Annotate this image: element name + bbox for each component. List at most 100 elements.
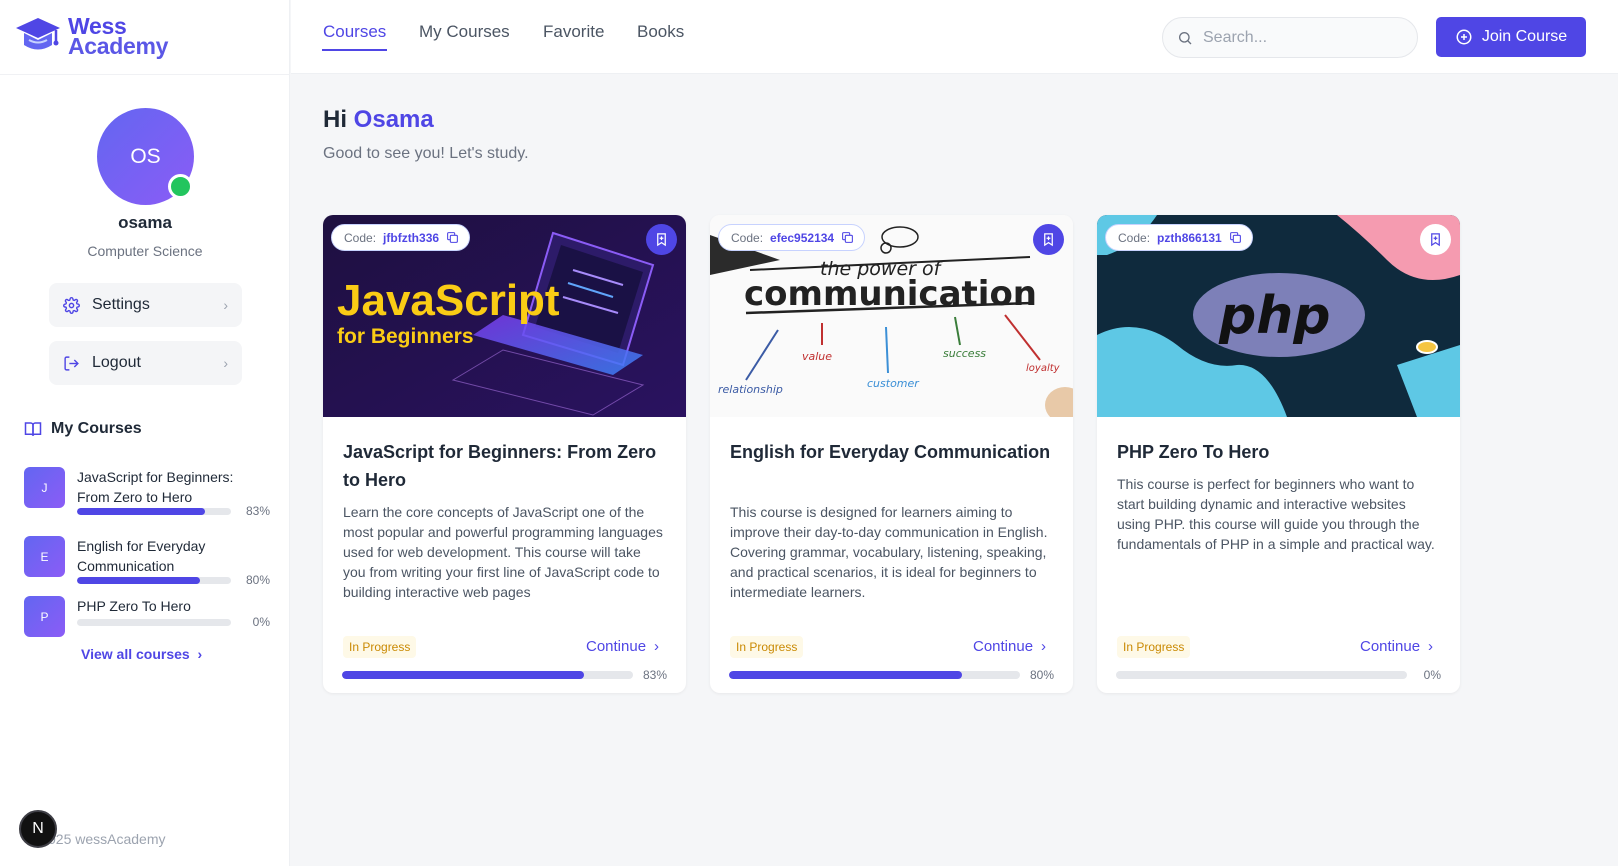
course-progress-bar — [77, 508, 231, 515]
join-course-label: Join Course — [1481, 28, 1568, 45]
user-department: Computer Science — [87, 243, 203, 259]
continue-button[interactable]: Continue › — [973, 638, 1046, 655]
bookmark-button[interactable] — [1420, 224, 1451, 255]
active-tab-indicator — [322, 49, 387, 51]
continue-button[interactable]: Continue › — [1360, 638, 1433, 655]
copy-icon[interactable] — [446, 231, 459, 244]
image-title-text: communication — [744, 274, 1037, 314]
course-code: pzth866131 — [1157, 230, 1222, 245]
bookmark-icon — [1431, 233, 1440, 247]
search-icon — [1179, 31, 1192, 44]
php-logo-text: php — [1218, 286, 1330, 346]
course-title: JavaScript for Beginners: From Zero to H… — [77, 469, 234, 505]
brand-name: Wess Academy — [68, 15, 169, 59]
course-code: jfbfzth336 — [383, 230, 440, 245]
my-courses-heading-label: My Courses — [51, 420, 142, 437]
settings-button[interactable]: Settings › — [49, 283, 242, 327]
greeting-name: Osama — [353, 106, 434, 133]
bookmark-icon — [1044, 233, 1053, 247]
user-name: osama — [118, 213, 172, 232]
search-box[interactable] — [1162, 17, 1418, 58]
course-progress-label: 0% — [252, 615, 270, 629]
continue-label: Continue — [1360, 638, 1421, 655]
course-description: Learn the core concepts of JavaScript on… — [343, 504, 663, 600]
course-card[interactable]: JavaScript for Beginners Code: jfbfzth336… — [323, 215, 686, 693]
course-initial: E — [24, 536, 65, 577]
course-title: JavaScript for Beginners: From Zero to H… — [343, 442, 657, 490]
progress-fill — [342, 671, 584, 679]
plus-circle-icon — [1456, 29, 1472, 45]
image-word: loyalty — [1026, 363, 1061, 374]
top-navigation: Courses My Courses Favorite Books — [291, 0, 1618, 74]
course-initial: J — [24, 467, 65, 508]
chevron-right-icon: › — [223, 297, 228, 313]
book-icon — [24, 422, 42, 436]
course-title: PHP Zero To Hero — [77, 598, 191, 614]
chevron-right-icon: › — [193, 646, 203, 662]
page-greeting: Hi Osama — [323, 106, 434, 134]
copy-icon[interactable] — [1229, 231, 1242, 244]
brand-logo[interactable]: Wess Academy — [14, 10, 168, 62]
image-title-text: JavaScript — [337, 276, 560, 325]
continue-label: Continue — [586, 638, 647, 655]
chevron-right-icon: › — [223, 355, 228, 371]
course-progress-bar — [729, 671, 1020, 679]
logout-icon — [64, 355, 79, 371]
course-code-pill[interactable]: Code: pzth866131 — [1105, 224, 1253, 251]
course-progress-bar — [1116, 671, 1407, 679]
view-all-courses-link[interactable]: View all courses › — [81, 646, 202, 662]
course-title: PHP Zero To Hero — [1117, 442, 1270, 462]
continue-label: Continue — [973, 638, 1034, 655]
tab-courses[interactable]: Courses — [323, 22, 386, 42]
bookmark-button[interactable] — [646, 224, 677, 255]
brand-line2: Academy — [68, 33, 169, 59]
course-progress-label: 0% — [1423, 668, 1441, 682]
sidebar-divider — [0, 74, 290, 75]
bookmark-button[interactable] — [1033, 224, 1064, 255]
course-progress-bar — [77, 619, 231, 626]
image-word: relationship — [718, 383, 783, 396]
logout-button[interactable]: Logout › — [49, 341, 242, 385]
dev-tools-badge[interactable]: N — [19, 810, 57, 848]
course-progress-label: 80% — [1029, 668, 1054, 682]
bookmark-icon — [657, 233, 666, 247]
greeting-hi: Hi — [323, 106, 347, 133]
course-progress-bar — [77, 577, 231, 584]
course-progress-label: 80% — [245, 573, 270, 587]
gear-icon — [63, 296, 80, 314]
chevron-right-icon: › — [654, 638, 660, 655]
code-prefix: Code: — [731, 230, 764, 245]
status-badge: In Progress — [343, 636, 417, 658]
course-description: This course is perfect for beginners who… — [1117, 476, 1435, 552]
status-badge: In Progress — [1117, 636, 1191, 658]
tab-books[interactable]: Books — [637, 22, 684, 42]
logout-label: Logout — [92, 354, 141, 371]
course-title: English for Everyday Communication — [77, 538, 206, 574]
chevron-right-icon: › — [1428, 638, 1434, 655]
code-prefix: Code: — [1118, 230, 1151, 245]
copy-icon[interactable] — [841, 231, 854, 244]
course-progress-label: 83% — [245, 504, 270, 518]
search-input[interactable] — [1203, 28, 1403, 47]
image-word: success — [943, 347, 986, 360]
course-description: This course is designed for learners aim… — [730, 504, 1048, 600]
my-courses-heading: My Courses — [24, 420, 142, 438]
image-word: value — [802, 350, 832, 363]
progress-fill — [77, 577, 201, 584]
greeting-subtitle: Good to see you! Let's study. — [323, 145, 529, 162]
tab-my-courses[interactable]: My Courses — [419, 22, 510, 42]
code-prefix: Code: — [344, 230, 377, 245]
course-code-pill[interactable]: Code: efec952134 — [718, 224, 866, 251]
course-title: English for Everyday Communication — [730, 442, 1051, 462]
join-course-button[interactable]: Join Course — [1436, 17, 1586, 57]
view-all-label: View all courses — [81, 646, 190, 662]
course-code-pill[interactable]: Code: jfbfzth336 — [331, 224, 471, 251]
tab-favorite[interactable]: Favorite — [543, 22, 604, 42]
online-status-dot — [168, 174, 193, 199]
continue-button[interactable]: Continue › — [586, 638, 659, 655]
course-card[interactable]: php Code: pzth866131 PHP Zero To Hero Thi… — [1097, 215, 1460, 693]
course-initial: P — [24, 596, 65, 637]
progress-fill — [729, 671, 962, 679]
course-code: efec952134 — [770, 230, 835, 245]
course-card[interactable]: the power of communication relationship … — [710, 215, 1073, 693]
